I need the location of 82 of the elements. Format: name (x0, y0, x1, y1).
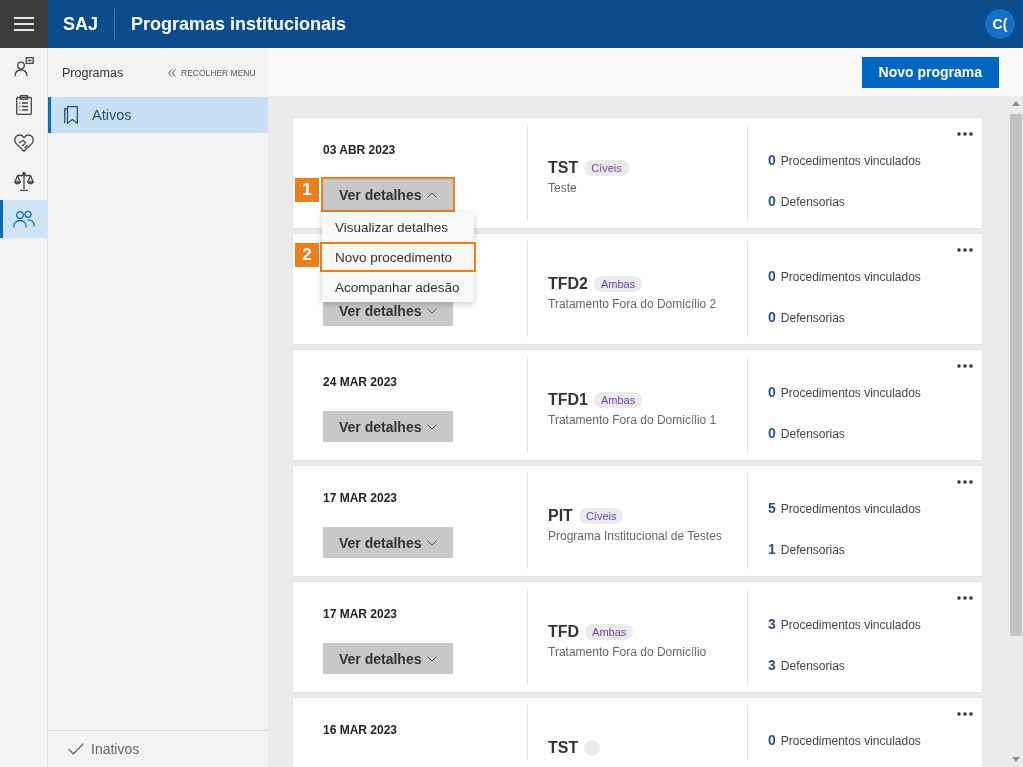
more-icon[interactable] (957, 132, 973, 136)
check-icon (68, 743, 84, 755)
program-description: Tratamento Fora do Domicílio 2 (548, 297, 718, 312)
program-code: TFD2 (548, 275, 588, 293)
callout-badge: 2 (295, 243, 319, 267)
details-button[interactable]: Ver detalhes (323, 643, 453, 674)
program-date: 17 MAR 2023 (323, 491, 398, 505)
scales-icon (13, 171, 34, 191)
procedure-count: 0 (768, 268, 776, 284)
more-icon[interactable] (957, 712, 973, 716)
procedure-count: 5 (768, 500, 776, 516)
program-date: 17 MAR 2023 (323, 607, 398, 621)
bookmark-icon (64, 106, 78, 124)
double-chevron-icon (168, 68, 176, 77)
office-label: Defensorias (780, 659, 845, 673)
procedure-label: Procedimentos vinculados (780, 154, 921, 168)
program-description: Programa Institucional de Testes (548, 529, 723, 544)
callout-badge: 1 (295, 178, 319, 202)
more-icon[interactable] (957, 364, 973, 368)
procedure-count: 3 (768, 616, 776, 632)
procedure-label: Procedimentos vinculados (780, 386, 921, 400)
category-tag: Ambas (594, 276, 643, 292)
office-count: 1 (768, 541, 776, 557)
chevron-down-icon (426, 539, 437, 546)
details-button[interactable]: Ver detalhes (323, 527, 453, 558)
office-label: Defensorias (780, 543, 845, 557)
program-description: Tratamento Fora do Domicílio (548, 645, 708, 660)
category-tag: Ambas (585, 624, 634, 640)
heart-icon (13, 134, 34, 152)
more-icon[interactable] (957, 248, 973, 252)
people-icon (12, 210, 35, 228)
avatar[interactable]: C( (985, 9, 1015, 39)
procedure-count: 0 (768, 152, 776, 168)
brand-label: SAJ (63, 13, 98, 35)
category-tag: Cíveis (584, 160, 629, 176)
details-button[interactable]: Ver detalhes (321, 177, 455, 212)
office-count: 0 (768, 309, 776, 325)
program-code: PIT (548, 507, 573, 525)
chevron-down-icon (426, 307, 437, 314)
procedure-label: Procedimentos vinculados (780, 618, 921, 632)
program-code: TST (548, 739, 579, 757)
collapse-menu-button[interactable]: RECOLHER MENU (168, 67, 256, 78)
program-code: TST (548, 159, 579, 177)
scroll-up-icon[interactable] (1012, 101, 1020, 106)
menu-button[interactable] (0, 0, 48, 48)
scroll-down-icon[interactable] (1012, 757, 1020, 762)
chevron-down-icon (426, 655, 437, 662)
rail-button[interactable] (0, 200, 47, 238)
procedure-label: Procedimentos vinculados (780, 502, 921, 516)
procedure-count: 0 (768, 384, 776, 400)
procedure-label: Procedimentos vinculados (780, 734, 921, 748)
clipboard-icon (15, 95, 32, 115)
person-chat-icon (13, 57, 34, 77)
menu-icon (14, 17, 34, 31)
program-date: 16 MAR 2023 (323, 723, 398, 737)
chevron-up-icon (426, 191, 437, 198)
new-program-button[interactable]: Novo programa (861, 56, 999, 88)
office-label: Defensorias (780, 195, 845, 209)
program-description: Teste (548, 181, 578, 196)
sidebar-item[interactable]: Ativos (48, 97, 268, 133)
program-date: 03 ABR 2023 (323, 143, 396, 157)
office-count: 3 (768, 657, 776, 673)
program-description: Tratamento Fora do Domicílio 1 (548, 413, 718, 428)
program-code: TFD (548, 623, 580, 641)
office-count: 0 (768, 193, 776, 209)
menu-item[interactable]: Visualizar detalhes (322, 212, 474, 242)
program-date: 24 MAR 2023 (323, 375, 398, 389)
office-label: Defensorias (780, 427, 845, 441)
procedure-count: 0 (768, 732, 776, 748)
page-title: Programas institucionais (131, 13, 348, 35)
office-count: 0 (768, 425, 776, 441)
category-tag: Cíveis (578, 508, 624, 524)
procedure-label: Procedimentos vinculados (780, 270, 921, 284)
category-tag: Ambas (594, 392, 643, 408)
details-button[interactable]: Ver detalhes (323, 411, 453, 442)
scrollbar-thumb[interactable] (1010, 114, 1022, 636)
chevron-down-icon (426, 423, 437, 430)
office-label: Defensorias (780, 311, 845, 325)
more-icon[interactable] (957, 480, 973, 484)
program-code: TFD1 (548, 391, 588, 409)
more-icon[interactable] (957, 596, 973, 600)
sidebar-title: Programas (62, 65, 125, 80)
